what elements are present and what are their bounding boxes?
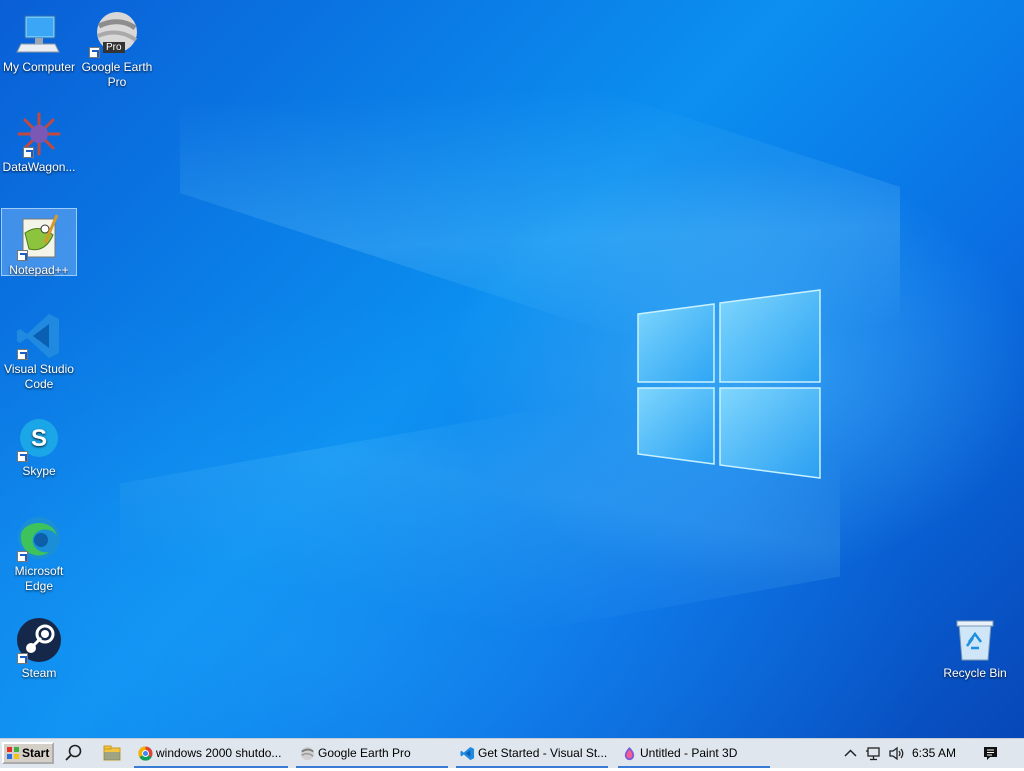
shortcut-arrow-icon [17, 551, 28, 562]
shortcut-arrow-icon [23, 147, 34, 158]
taskbar-item-paint-3d[interactable]: Untitled - Paint 3D [618, 739, 770, 768]
action-center-icon[interactable] [982, 745, 999, 762]
shortcut-arrow-icon [17, 653, 28, 664]
task-label: windows 2000 shutdo... [156, 746, 282, 760]
taskbar: Start windows 2000 shutdo... Google Eart [0, 738, 1024, 768]
desktop-icon-skype[interactable]: S Skype [1, 410, 77, 480]
icon-label: My Computer [2, 60, 76, 74]
recycle-bin-icon [951, 616, 999, 664]
vscode-icon [15, 312, 63, 360]
icon-label: Steam [21, 666, 57, 680]
task-label: Get Started - Visual St... [478, 746, 608, 760]
volume-icon[interactable] [888, 745, 905, 762]
file-explorer-button[interactable] [98, 739, 126, 768]
shortcut-arrow-icon [17, 250, 28, 261]
windows-logo-wallpaper [637, 289, 821, 479]
skype-glyph: S [31, 425, 47, 452]
shortcut-arrow-icon [17, 451, 28, 462]
skype-icon: S [15, 414, 63, 462]
start-button[interactable]: Start [2, 742, 54, 764]
desktop-icon-steam[interactable]: Steam [1, 612, 77, 682]
desktop-icon-my-computer[interactable]: My Computer [1, 6, 77, 76]
edge-icon [15, 514, 63, 562]
start-label: Start [22, 746, 50, 760]
icon-label: Visual Studio Code [4, 362, 74, 391]
icon-label: Notepad++ [9, 263, 69, 277]
desktop-icon-microsoft-edge[interactable]: Microsoft Edge [1, 510, 77, 594]
google-earth-icon: Pro [89, 10, 141, 58]
computer-icon [15, 10, 63, 58]
paint3d-icon [624, 746, 635, 761]
desktop[interactable]: My Computer Pro Google Earth Pro DataWag… [0, 0, 1024, 738]
notepad-plus-plus-icon [15, 213, 63, 261]
search-button[interactable] [60, 739, 88, 768]
chevron-up-icon[interactable] [842, 745, 859, 762]
shortcut-arrow-icon [17, 349, 28, 360]
desktop-icon-recycle-bin[interactable]: Recycle Bin [937, 612, 1013, 682]
taskbar-item-visual-studio-code[interactable]: Get Started - Visual St... [456, 739, 608, 768]
vscode-icon [460, 746, 475, 761]
chrome-icon [138, 746, 153, 761]
folder-icon [103, 745, 121, 761]
icon-label: Recycle Bin [943, 666, 1007, 680]
network-icon[interactable] [865, 745, 882, 762]
desktop-icon-datawagon[interactable]: DataWagon... [1, 106, 77, 176]
desktop-icon-visual-studio-code[interactable]: Visual Studio Code [1, 308, 77, 392]
steam-icon [15, 616, 63, 664]
icon-label: DataWagon... [2, 160, 76, 174]
desktop-icon-google-earth-pro[interactable]: Pro Google Earth Pro [79, 6, 155, 90]
desktop-icon-notepad-plus-plus[interactable]: Notepad++ [1, 208, 77, 277]
task-label: Untitled - Paint 3D [640, 746, 738, 760]
taskbar-item-chrome[interactable]: windows 2000 shutdo... [134, 739, 288, 768]
clock[interactable]: 6:35 AM [912, 739, 956, 768]
datawagon-icon [15, 110, 63, 158]
google-earth-icon [300, 746, 315, 761]
icon-label: Skype [22, 464, 56, 478]
shortcut-arrow-icon [89, 47, 100, 58]
pro-badge: Pro [103, 42, 125, 53]
icon-label: Google Earth Pro [81, 60, 153, 89]
task-label: Google Earth Pro [318, 746, 411, 760]
icon-label: Microsoft Edge [14, 564, 64, 593]
taskbar-item-google-earth-pro[interactable]: Google Earth Pro [296, 739, 448, 768]
windows-flag-icon [7, 747, 19, 759]
search-icon [65, 744, 82, 761]
